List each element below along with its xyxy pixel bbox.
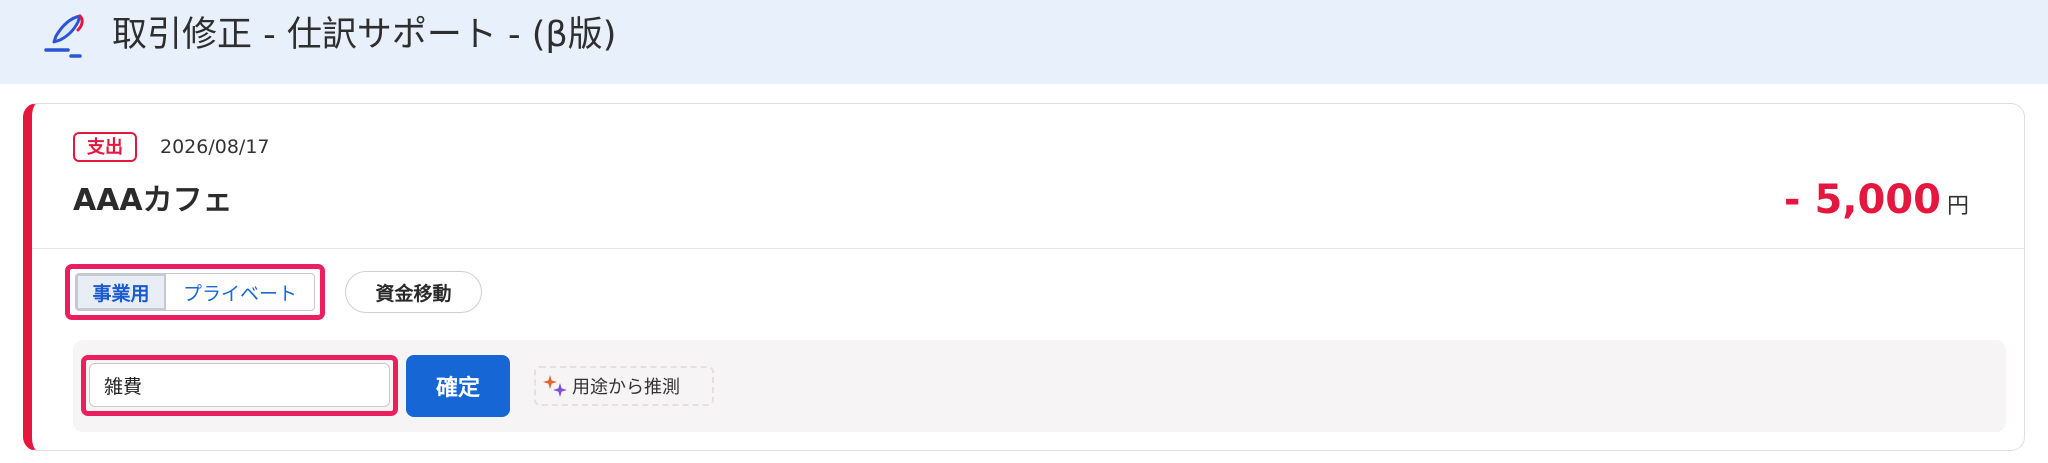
suggest-label: 用途から推測 xyxy=(572,377,680,398)
amount-display: - 5,000 円 xyxy=(1784,172,1969,228)
account-title-input[interactable] xyxy=(89,363,390,407)
page-title: 取引修正 - 仕訳サポート - (β版) xyxy=(112,15,617,55)
confirm-button[interactable]: 確定 xyxy=(406,355,510,417)
divider xyxy=(32,248,2024,249)
quill-pen-icon xyxy=(44,14,84,58)
transaction-date: 2026/08/17 xyxy=(160,136,270,158)
fund-transfer-button[interactable]: 資金移動 xyxy=(345,271,482,313)
private-option[interactable]: プライベート xyxy=(166,274,314,310)
merchant-name: AAAカフェ xyxy=(73,183,233,218)
transaction-card: 支出 2026/08/17 AAAカフェ - 5,000 円 事業用 プライベート… xyxy=(23,103,2025,451)
suggest-from-usage-button[interactable]: 用途から推測 xyxy=(534,366,714,406)
amount-value: - 5,000 xyxy=(1783,177,1941,223)
app-header: 取引修正 - 仕訳サポート - (β版) xyxy=(0,0,2048,84)
business-option[interactable]: 事業用 xyxy=(76,274,166,310)
currency-unit: 円 xyxy=(1946,194,1969,219)
sparkle-icon xyxy=(543,375,567,397)
expense-badge: 支出 xyxy=(73,132,137,162)
usage-toggle[interactable]: 事業用 プライベート xyxy=(75,273,315,311)
